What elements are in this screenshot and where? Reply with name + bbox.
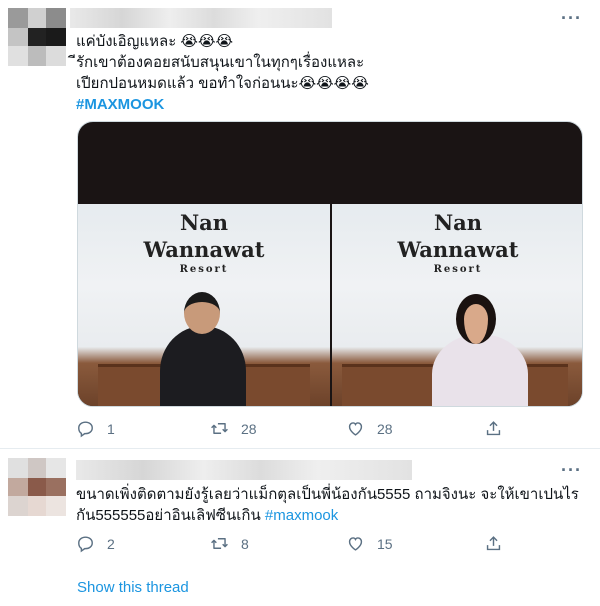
tweet-text: กัน555555อย่าอินเลิฟซีนเกิน: [76, 507, 265, 524]
like-count: 28: [377, 420, 393, 437]
heart-icon: [348, 422, 363, 436]
reply-count: 1: [107, 420, 115, 437]
sign-line: Wannawat: [397, 237, 519, 262]
avatar[interactable]: [8, 458, 66, 516]
tweet-text-line-1: แค่บังเอิญแหละ 😭😭😭: [76, 33, 234, 50]
tweet-text-line-2: กัน555555อย่าอินเลิฟซีนเกิน #maxmook: [76, 505, 338, 526]
author-name-redacted: [76, 460, 412, 480]
author-name-redacted: [70, 8, 332, 28]
person-head: [456, 294, 496, 344]
reply-count: 2: [107, 535, 115, 552]
person-silhouette: [432, 334, 528, 406]
person-silhouette: [160, 326, 246, 406]
like-button[interactable]: 15: [346, 534, 393, 553]
sign-line: Resort: [433, 264, 483, 275]
retweet-button[interactable]: 8: [210, 534, 249, 553]
show-this-thread-link[interactable]: Show this thread: [77, 579, 189, 596]
sign-line: Resort: [179, 264, 229, 275]
photo-right[interactable]: Nan Wannawat Resort: [332, 204, 582, 406]
photo-left[interactable]: Nan Wannawat Resort: [78, 204, 330, 406]
tweet-1[interactable]: ··· แค่บังเอิญแหละ 😭😭😭 ีรักเขาต้องคอยสนั…: [0, 0, 600, 449]
share-icon: [486, 421, 501, 436]
photo-right-sign: Nan Wannawat Resort: [332, 210, 582, 275]
hashtag-link[interactable]: #MAXMOOK: [76, 94, 164, 115]
tweet-actions: 1 28 28: [76, 419, 516, 443]
tweet-text-line-1: ขนาดเพิ่งติดตามยังรู้เลยว่าแม็กตุลเป็นพี…: [76, 486, 579, 503]
share-button[interactable]: [484, 419, 515, 438]
like-count: 15: [377, 535, 393, 552]
reply-button[interactable]: 2: [76, 534, 115, 553]
tweet-text-line-3: เปียกปอนหมดแล้ว ขอทำใจก่อนนะ😭😭😭😭: [76, 75, 369, 92]
sign-line: Wannawat: [143, 237, 265, 262]
tweet-media[interactable]: Nan Wannawat Resort Nan Wannawat Resort: [77, 121, 583, 407]
reply-icon: [78, 536, 93, 553]
retweet-count: 8: [241, 535, 249, 552]
reply-icon: [78, 421, 93, 438]
retweet-count: 28: [241, 420, 257, 437]
heart-icon: [348, 537, 363, 551]
retweet-button[interactable]: 28: [210, 419, 257, 438]
share-button[interactable]: [484, 534, 515, 553]
avatar[interactable]: [8, 8, 66, 66]
like-button[interactable]: 28: [346, 419, 393, 438]
tweet-text-line-2: ีรักเขาต้องคอยสนับสนุนเขาในทุกๆเรื่องแหล…: [76, 54, 365, 71]
person-head: [184, 292, 220, 334]
more-options-icon[interactable]: ···: [561, 460, 582, 481]
photo-left-sign: Nan Wannawat Resort: [78, 210, 330, 275]
retweet-icon: [211, 423, 228, 434]
retweet-icon: [211, 538, 228, 549]
share-icon: [486, 536, 501, 551]
sign-line: Nan: [433, 210, 483, 235]
tweet-actions: 2 8 15: [76, 534, 516, 558]
reply-button[interactable]: 1: [76, 419, 115, 438]
more-options-icon[interactable]: ···: [561, 8, 582, 29]
sign-line: Nan: [179, 210, 229, 235]
hashtag-link[interactable]: #maxmook: [265, 507, 338, 524]
